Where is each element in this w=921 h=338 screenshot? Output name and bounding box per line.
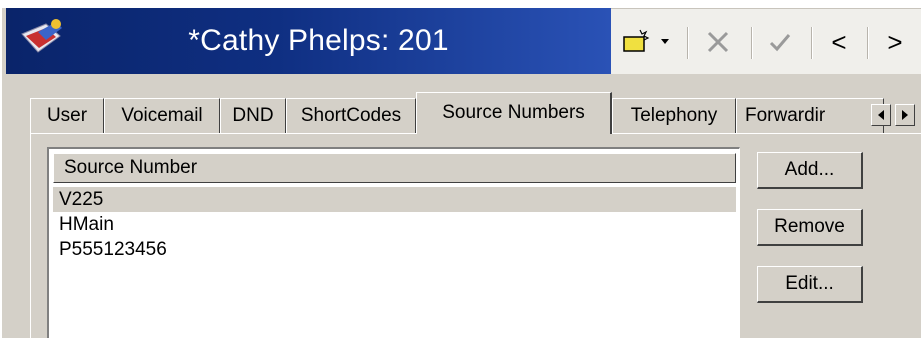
list-item[interactable]: V225 <box>53 187 736 212</box>
remove-button[interactable]: Remove <box>757 209 863 246</box>
tab-dnd[interactable]: DND <box>220 98 286 134</box>
tab-strip: User Voicemail DND ShortCodes Source Num… <box>30 90 921 134</box>
tab-scroll-right-icon[interactable] <box>895 104 915 126</box>
window-title: *Cathy Phelps: 201 <box>188 24 449 57</box>
checkmark-icon[interactable] <box>761 9 799 75</box>
list-item[interactable]: P555123456 <box>53 237 736 262</box>
toolbar: < > <box>611 8 921 74</box>
new-item-icon[interactable] <box>619 9 653 75</box>
tab-forwarding[interactable]: Forwardir <box>736 98 884 134</box>
toolbar-separator <box>811 27 813 59</box>
tab-pane-border <box>30 133 31 338</box>
toolbar-separator <box>751 27 753 59</box>
dropdown-arrow-icon[interactable] <box>655 9 675 75</box>
toolbar-separator <box>867 27 869 59</box>
edit-button[interactable]: Edit... <box>757 266 863 303</box>
tab-voicemail[interactable]: Voicemail <box>104 98 220 134</box>
tab-source-numbers[interactable]: Source Numbers <box>416 92 612 134</box>
tab-user[interactable]: User <box>30 98 104 134</box>
close-x-icon[interactable] <box>699 9 737 75</box>
column-header-source-number[interactable]: Source Number <box>53 153 736 183</box>
tab-telephony[interactable]: Telephony <box>612 98 736 134</box>
source-numbers-list[interactable]: Source Number V225 HMain P555123456 <box>47 147 740 338</box>
tab-shortcodes[interactable]: ShortCodes <box>286 98 416 134</box>
next-button[interactable]: > <box>877 9 913 75</box>
tab-scroll-left-icon[interactable] <box>871 104 891 126</box>
add-button[interactable]: Add... <box>757 152 863 189</box>
title-bar: *Cathy Phelps: 201 <box>6 8 611 74</box>
toolbar-separator <box>687 27 689 59</box>
list-item[interactable]: HMain <box>53 212 736 237</box>
previous-button[interactable]: < <box>821 9 857 75</box>
